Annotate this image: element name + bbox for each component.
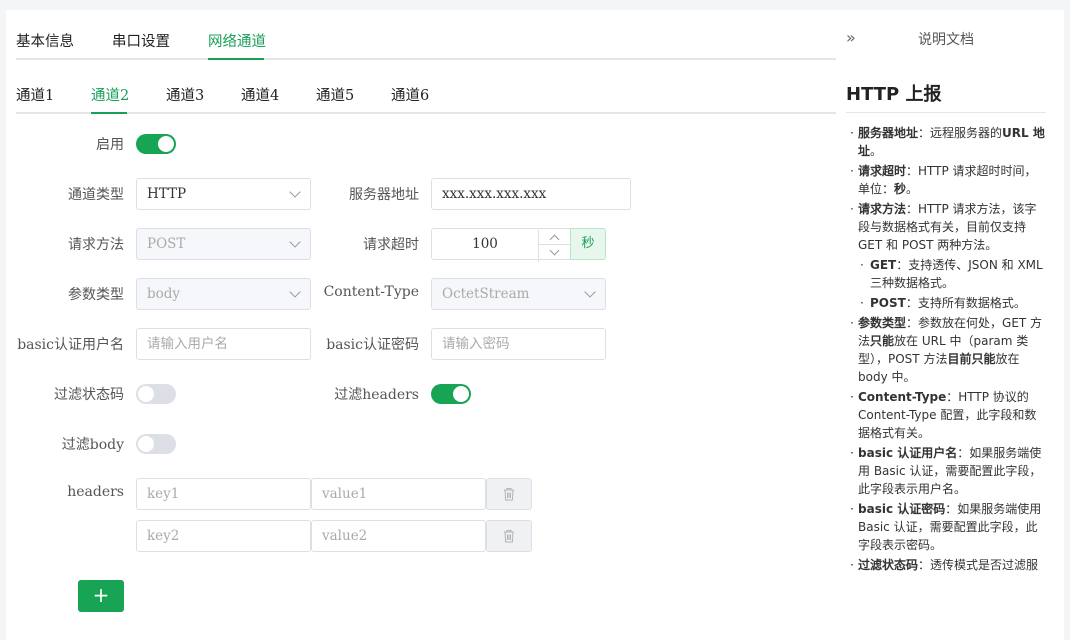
- basic-password-placeholder: 请输入密码: [442, 336, 510, 352]
- filter-body-toggle[interactable]: [136, 434, 176, 454]
- request-timeout-label: 请求超时: [363, 237, 419, 253]
- header-value-input[interactable]: value2: [311, 520, 486, 552]
- param-type-label: 参数类型: [68, 287, 124, 303]
- filter-headers-toggle[interactable]: [431, 384, 471, 404]
- doc-item: Content-Type：HTTP 协议的 Content-Type 配置，此字…: [850, 388, 1046, 442]
- doc-body: 服务器地址：远程服务器的URL 地址。 请求超时：HTTP 请求超时时间，单位：…: [850, 124, 1046, 576]
- filter-headers-label: 过滤headers: [334, 387, 419, 403]
- content-type-label: Content-Type: [323, 284, 419, 300]
- doc-item: 服务器地址：远程服务器的URL 地址。: [850, 124, 1046, 160]
- request-method-value: POST: [147, 236, 186, 252]
- timeout-stepper: [538, 230, 570, 262]
- content-type-select[interactable]: OctetStream: [431, 278, 606, 310]
- header-value-input[interactable]: value1: [311, 478, 486, 510]
- tab-channel-6[interactable]: 通道6: [391, 84, 429, 105]
- tab-channel-1[interactable]: 通道1: [16, 84, 54, 105]
- filter-status-toggle[interactable]: [136, 384, 176, 404]
- timeout-unit: 秒: [570, 228, 606, 260]
- trash-icon: [504, 488, 514, 501]
- header-value-placeholder: value1: [322, 486, 368, 502]
- increment-button[interactable]: [539, 230, 570, 245]
- tab-channel-2[interactable]: 通道2: [91, 84, 129, 105]
- channel-tabs: 通道1 通道2 通道3 通道4 通道5 通道6: [16, 72, 836, 114]
- chevron-down-icon: [289, 186, 301, 198]
- channel-type-select[interactable]: HTTP: [136, 178, 311, 210]
- headers-label: headers: [67, 484, 124, 500]
- top-tabs: 基本信息 串口设置 网络通道: [16, 18, 836, 60]
- doc-heading: HTTP 上报: [846, 80, 1046, 113]
- doc-item: 过滤状态码：透传模式是否过滤服: [850, 556, 1046, 574]
- request-method-label: 请求方法: [68, 237, 124, 253]
- active-channel-indicator: [91, 112, 127, 114]
- basic-username-label: basic认证用户名: [17, 337, 124, 353]
- header-key-input[interactable]: key1: [136, 478, 311, 510]
- doc-item: 请求方法：HTTP 请求方法，该字段与数据格式有关，目前仅支持 GET 和 PO…: [850, 200, 1046, 254]
- chevron-down-icon: [289, 236, 301, 248]
- tab-channel-3[interactable]: 通道3: [166, 84, 204, 105]
- param-type-value: body: [147, 286, 181, 302]
- header-key-placeholder: key1: [147, 486, 180, 502]
- doc-subitem: GET：支持透传、JSON 和 XML 三种数据格式。: [850, 256, 1046, 292]
- doc-panel: » 说明文档 HTTP 上报 服务器地址：远程服务器的URL 地址。 请求超时：…: [846, 10, 1060, 640]
- chevron-down-icon: [584, 286, 596, 298]
- doc-item: 请求超时：HTTP 请求超时时间，单位：秒。: [850, 162, 1046, 198]
- basic-username-input[interactable]: 请输入用户名: [136, 328, 311, 360]
- channel-type-label: 通道类型: [68, 187, 124, 203]
- delete-header-button[interactable]: [486, 520, 532, 552]
- header-value-placeholder: value2: [322, 528, 368, 544]
- add-header-button[interactable]: +: [78, 580, 124, 612]
- content-type-value: OctetStream: [442, 286, 530, 302]
- chevron-down-icon: [289, 286, 301, 298]
- basic-password-input[interactable]: 请输入密码: [431, 328, 606, 360]
- server-address-value: xxx.xxx.xxx.xxx: [442, 186, 547, 202]
- active-tab-indicator: [208, 58, 264, 60]
- request-method-select[interactable]: POST: [136, 228, 311, 260]
- tab-channel-5[interactable]: 通道5: [316, 84, 354, 105]
- doc-title: 说明文档: [918, 32, 974, 48]
- server-address-label: 服务器地址: [349, 187, 419, 203]
- tab-serial-settings[interactable]: 串口设置: [112, 30, 170, 51]
- tab-network-channel[interactable]: 网络通道: [208, 30, 266, 51]
- filter-status-label: 过滤状态码: [54, 387, 124, 403]
- doc-subitem: POST：支持所有数据格式。: [850, 294, 1046, 312]
- header-key-input[interactable]: key2: [136, 520, 311, 552]
- channel-type-value: HTTP: [147, 186, 187, 202]
- decrement-button[interactable]: [539, 245, 570, 260]
- filter-body-label: 过滤body: [61, 437, 124, 453]
- server-address-input[interactable]: xxx.xxx.xxx.xxx: [431, 178, 631, 210]
- param-type-select[interactable]: body: [136, 278, 311, 310]
- enable-label: 启用: [96, 137, 124, 153]
- collapse-icon[interactable]: »: [846, 28, 856, 47]
- enable-toggle[interactable]: [136, 134, 176, 154]
- doc-item: basic 认证密码：如果服务端使用 Basic 认证，需要配置此字段，此字段表…: [850, 500, 1046, 554]
- tab-basic-info[interactable]: 基本信息: [16, 30, 74, 51]
- doc-item: 参数类型：参数放在何处，GET 方法只能放在 URL 中（param 类型），P…: [850, 314, 1046, 386]
- basic-password-label: basic认证密码: [326, 337, 419, 353]
- delete-header-button[interactable]: [486, 478, 532, 510]
- tab-channel-4[interactable]: 通道4: [241, 84, 279, 105]
- header-key-placeholder: key2: [147, 528, 180, 544]
- basic-username-placeholder: 请输入用户名: [147, 336, 228, 352]
- doc-item: basic 认证用户名：如果服务端使用 Basic 认证，需要配置此字段，此字段…: [850, 444, 1046, 498]
- trash-icon: [504, 530, 514, 543]
- request-timeout-value: 100: [472, 236, 498, 252]
